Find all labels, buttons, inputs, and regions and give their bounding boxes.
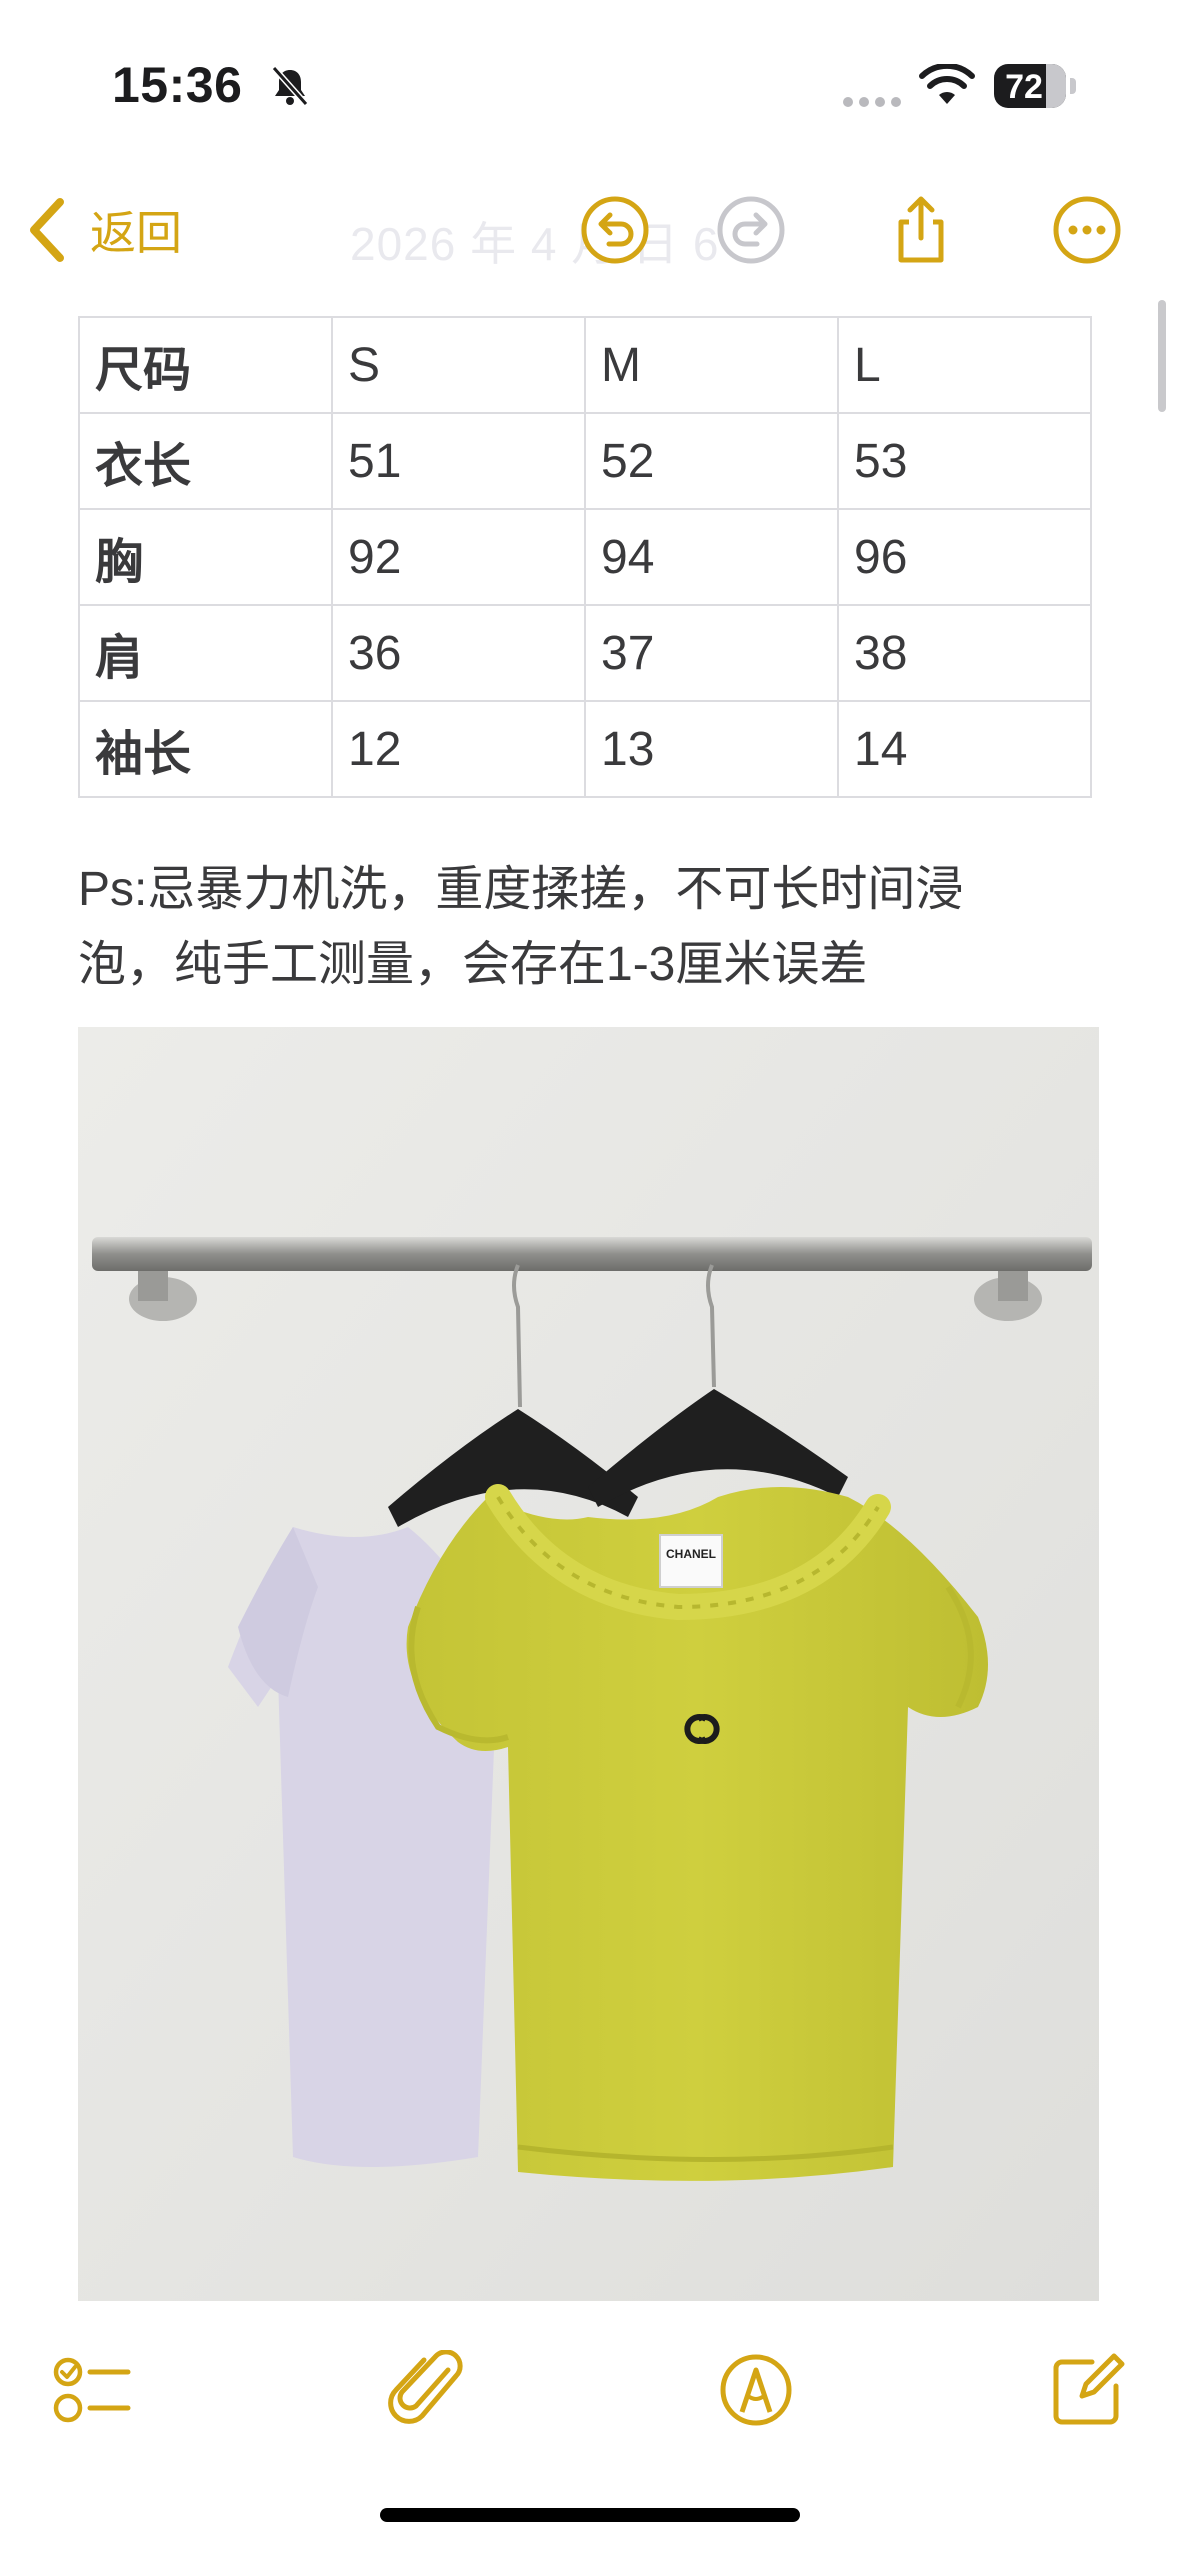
table-header-row: 尺码 S M L <box>78 316 1092 414</box>
table-cell: 36 <box>331 604 586 702</box>
table-cell: 衣长 <box>78 412 333 510</box>
note-line: 泡，纯手工测量，会存在1-3厘米误差 <box>78 938 868 991</box>
table-row: 袖长 12 13 14 <box>78 700 1092 798</box>
table-cell: 37 <box>584 604 839 702</box>
bottom-toolbar <box>0 2330 1179 2460</box>
table-cell: 53 <box>837 412 1092 510</box>
product-photo-illustration: CHANEL <box>78 1027 1099 2301</box>
cellular-dots-icon <box>843 94 907 112</box>
note-date: 2026 年 4 月 日 6 <box>350 218 720 270</box>
paperclip-icon[interactable] <box>388 2350 468 2430</box>
bell-slash-icon <box>271 66 309 106</box>
table-cell: 38 <box>837 604 1092 702</box>
table-cell: L <box>837 316 1092 414</box>
table-cell: 51 <box>331 412 586 510</box>
back-label: 返回 <box>90 207 182 259</box>
battery-level: 72 <box>1005 68 1043 106</box>
table-cell: 袖长 <box>78 700 333 798</box>
table-cell: 尺码 <box>78 316 333 414</box>
battery-nub <box>1070 78 1076 94</box>
more-icon[interactable] <box>1051 194 1123 266</box>
table-cell: M <box>584 316 839 414</box>
checklist-icon[interactable] <box>52 2350 132 2430</box>
label-brand-text: CHANEL <box>666 1547 716 1561</box>
table-cell: 92 <box>331 508 586 606</box>
scroll-indicator[interactable] <box>1158 300 1166 412</box>
undo-icon[interactable] <box>579 194 651 266</box>
product-photo[interactable]: CHANEL <box>78 1027 1099 2301</box>
table-cell: 94 <box>584 508 839 606</box>
status-time: 15:36 <box>112 57 243 113</box>
redo-icon[interactable] <box>715 194 787 266</box>
status-bar: 15:36 72 <box>0 0 1179 170</box>
table-cell: 14 <box>837 700 1092 798</box>
clothing-label <box>659 1534 723 1588</box>
table-row: 衣长 51 52 53 <box>78 412 1092 510</box>
table-row: 肩 36 37 38 <box>78 604 1092 702</box>
back-button[interactable]: 返回 <box>24 192 182 268</box>
markup-pen-icon[interactable] <box>716 2350 796 2430</box>
table-cell: 12 <box>331 700 586 798</box>
size-table: 尺码 S M L 衣长 51 52 53 胸 92 94 96 肩 36 37 … <box>78 316 1092 798</box>
nav-bar: 返回 2026 年 4 月 日 6 <box>0 170 1179 290</box>
chevron-left-icon <box>30 198 64 262</box>
compose-icon[interactable] <box>1048 2350 1128 2430</box>
table-cell: 胸 <box>78 508 333 606</box>
note-body[interactable]: Ps:忌暴力机洗，重度揉搓，不可长时间浸 泡，纯手工测量，会存在1-3厘米误差 <box>78 852 1108 1002</box>
clothes-rail <box>92 1237 1092 1271</box>
home-indicator[interactable] <box>380 2508 800 2522</box>
table-row: 胸 92 94 96 <box>78 508 1092 606</box>
table-cell: 96 <box>837 508 1092 606</box>
note-line: Ps:忌暴力机洗，重度揉搓，不可长时间浸 <box>78 863 964 916</box>
battery-icon: 72 <box>994 64 1066 108</box>
table-cell: 肩 <box>78 604 333 702</box>
wifi-icon <box>919 64 975 104</box>
table-cell: 52 <box>584 412 839 510</box>
share-icon[interactable] <box>885 194 957 266</box>
table-cell: S <box>331 316 586 414</box>
table-cell: 13 <box>584 700 839 798</box>
